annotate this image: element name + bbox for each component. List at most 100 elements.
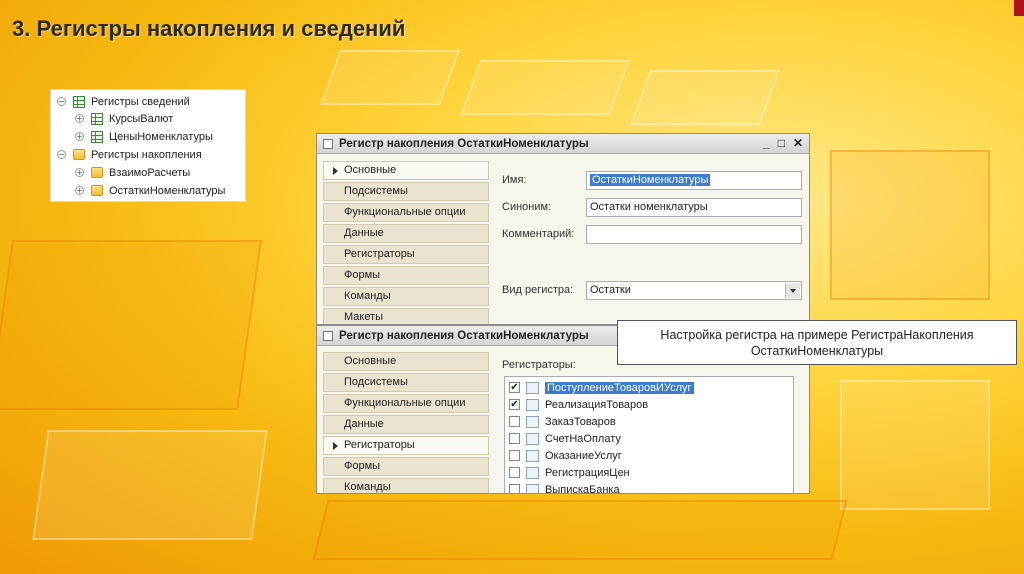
list-item[interactable]: ВыпискаБанка [509,481,620,494]
list-item[interactable]: ✔ РеализацияТоваров [509,396,648,413]
tab-functional-options[interactable]: Функциональные опции [323,394,489,413]
checkbox[interactable] [509,433,520,444]
grid-icon [91,112,103,125]
comment-label: Комментарий: [502,228,575,240]
register-kind-value: Остатки [590,284,631,296]
folder-icon [73,149,85,160]
folder-icon [91,167,103,178]
tab-subsystems[interactable]: Подсистемы [323,182,489,201]
name-field[interactable]: ОстаткиНоменклатуры [586,171,802,190]
tree-item-settlements[interactable]: + ВзаимоРасчеты [75,164,190,181]
registrar-name: ВыпискаБанка [545,483,620,494]
tab-forms[interactable]: Формы [323,266,489,285]
expand-icon[interactable]: + [75,186,84,195]
document-icon [526,466,539,479]
minimize-icon[interactable]: _ [763,136,770,150]
window-titlebar[interactable]: Регистр накопления ОстаткиНоменклатуры _… [317,134,809,154]
document-icon [526,432,539,445]
tab-commands[interactable]: Команды [323,478,489,493]
document-icon [526,483,539,493]
property-tabs: Основные Подсистемы Функциональные опции… [323,352,489,493]
expand-icon[interactable]: + [75,114,84,123]
tree-item-currency-rates[interactable]: + КурсыВалют [75,110,173,127]
tab-subsystems[interactable]: Подсистемы [323,373,489,392]
tree-item-label: ЦеныНоменклатуры [109,130,213,143]
registrar-name: СчетНаОплату [545,432,621,445]
tab-main[interactable]: Основные [323,352,489,371]
registrar-name: РеализацияТоваров [545,398,649,411]
tab-main[interactable]: Основные [323,161,489,180]
grid-icon [73,95,85,108]
callout-note: Настройка регистра на примере РегистраНа… [617,320,1017,365]
tree-item-item-prices[interactable]: + ЦеныНоменклатуры [75,128,213,145]
window-title: Регистр накопления ОстаткиНоменклатуры [339,137,589,150]
arrow-right-icon [333,442,338,450]
grid-icon [91,130,103,143]
register-properties-window: Регистр накопления ОстаткиНоменклатуры _… [316,133,810,325]
tree-item-label: Регистры накопления [91,148,202,161]
register-kind-select[interactable]: Остатки [586,281,802,300]
background-shape [830,150,990,300]
name-label: Имя: [502,174,527,186]
background-shape [459,60,631,115]
expand-icon[interactable]: + [75,168,84,177]
window-icon [323,330,333,341]
checkbox[interactable] [509,450,520,461]
comment-field[interactable] [586,225,802,244]
tab-functional-options[interactable]: Функциональные опции [323,203,489,222]
arrow-right-icon [333,167,338,175]
tab-commands[interactable]: Команды [323,287,489,306]
maximize-icon[interactable]: □ [778,136,785,150]
checkbox[interactable]: ✔ [509,382,520,393]
document-icon [526,398,539,411]
synonym-field[interactable]: Остатки номенклатуры [586,198,802,217]
accent-corner [1014,0,1024,16]
close-icon[interactable]: ✕ [793,136,803,150]
tab-data[interactable]: Данные [323,224,489,243]
register-kind-label: Вид регистра: [502,284,574,296]
background-shape [0,240,262,410]
checkbox[interactable]: ✔ [509,399,520,410]
list-item[interactable]: ЗаказТоваров [509,413,616,430]
list-item[interactable]: ОказаниеУслуг [509,447,622,464]
tab-data[interactable]: Данные [323,415,489,434]
checkbox[interactable] [509,467,520,478]
slide-title: 3. Регистры накопления и сведений [12,16,406,41]
tree-item-accumulation-registers[interactable]: − Регистры накопления [57,146,202,163]
list-item[interactable]: СчетНаОплату [509,430,621,447]
registrars-list[interactable]: ✔ ПоступлениеТоваровИУслуг ✔ РеализацияТ… [504,376,794,494]
tab-templates[interactable]: Макеты [323,308,489,324]
tree-item-label: ВзаимоРасчеты [109,166,191,179]
background-shape [312,500,848,560]
registrars-label: Регистраторы: [502,359,576,371]
background-shape [629,70,781,125]
synonym-label: Синоним: [502,201,552,213]
expand-icon[interactable]: + [75,132,84,141]
registrar-name: РегистрацияЦен [545,466,630,479]
window-title: Регистр накопления ОстаткиНоменклатуры [339,329,589,342]
checkbox[interactable] [509,484,520,493]
registrar-name: ОказаниеУслуг [545,449,622,462]
tab-forms[interactable]: Формы [323,457,489,476]
tree-item-stock-balances[interactable]: + ОстаткиНоменклатуры [75,182,225,199]
collapse-icon[interactable]: − [57,150,66,159]
list-item[interactable]: РегистрацияЦен [509,464,630,481]
property-tabs: Основные Подсистемы Функциональные опции… [323,161,489,324]
collapse-icon[interactable]: − [57,97,66,106]
tab-registrars[interactable]: Регистраторы [323,245,489,264]
registrar-name: ПоступлениеТоваровИУслуг [545,381,694,394]
background-shape [840,380,990,510]
metadata-tree: − Регистры сведений + КурсыВалют + ЦеныН… [50,89,246,202]
tab-registrars[interactable]: Регистраторы [323,436,489,455]
registrar-name: ЗаказТоваров [545,415,616,428]
chevron-down-icon[interactable] [785,283,800,298]
document-icon [526,415,539,428]
folder-icon [91,185,103,196]
document-icon [526,449,539,462]
checkbox[interactable] [509,416,520,427]
document-icon [526,381,539,394]
tree-item-label: КурсыВалют [109,112,174,125]
tree-item-label: Регистры сведений [91,95,190,108]
tree-item-info-registers[interactable]: − Регистры сведений [57,93,190,110]
list-item[interactable]: ✔ ПоступлениеТоваровИУслуг [509,379,694,396]
